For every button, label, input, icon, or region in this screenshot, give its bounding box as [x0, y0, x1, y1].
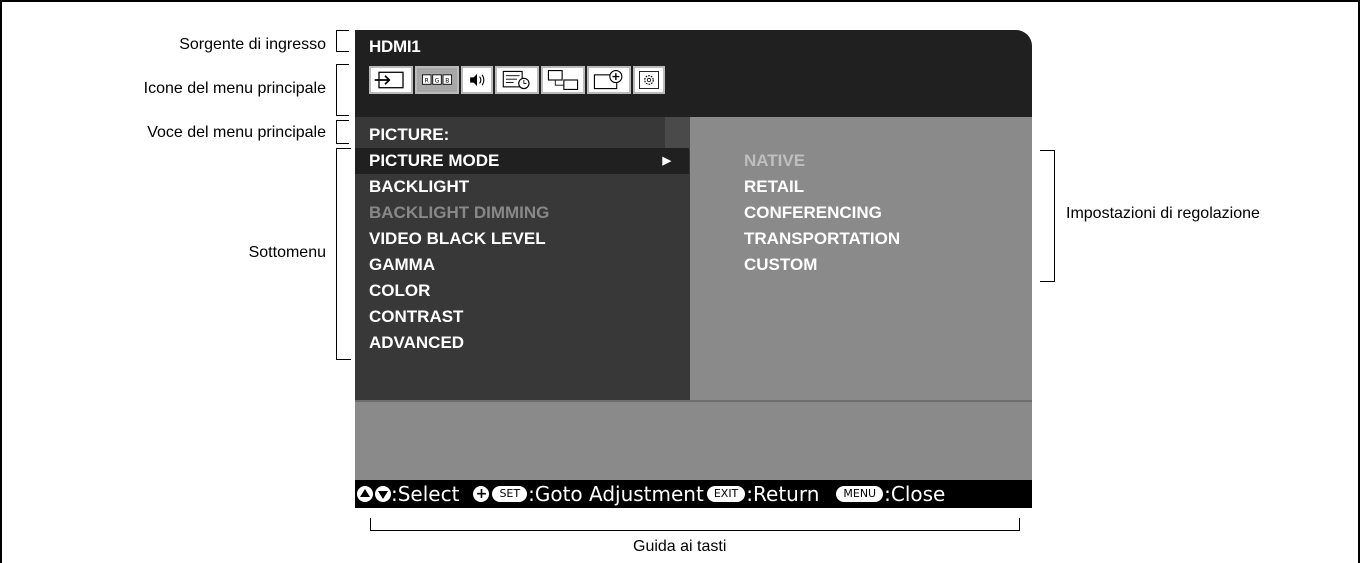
- audio-icon[interactable]: [461, 66, 493, 94]
- bracket-adjustment-settings: [1040, 150, 1055, 282]
- adjustment-option-conferencing[interactable]: CONFERENCING: [744, 200, 882, 226]
- set-key-icon: SET: [492, 486, 528, 502]
- submenu-item-color[interactable]: COLOR: [369, 278, 669, 304]
- down-arrow-icon: [375, 486, 391, 502]
- key-guide-select: :Select: [355, 480, 459, 508]
- submenu-item-advanced[interactable]: ADVANCED: [369, 330, 669, 356]
- protect-icon[interactable]: [587, 66, 631, 94]
- header-tab-decoration: [665, 117, 690, 150]
- picture-rgb-icon[interactable]: RGB: [415, 66, 459, 94]
- submenu-item-picture-mode[interactable]: PICTURE MODE ▶: [355, 148, 689, 174]
- bracket-input-source: [336, 30, 349, 52]
- up-arrow-icon: [357, 486, 373, 502]
- key-guide-bar: :Select + SET :Goto Adjustment EXIT :Ret…: [355, 480, 1032, 508]
- adjustment-option-native: NATIVE: [744, 151, 806, 170]
- system-icon[interactable]: [633, 66, 665, 94]
- frame-top-border: [0, 0, 1360, 2]
- main-menu-item-header: PICTURE:: [355, 117, 665, 150]
- callout-input-source: Sorgente di ingresso: [179, 36, 326, 53]
- frame-left-border: [0, 0, 2, 563]
- adjustment-option-retail[interactable]: RETAIL: [744, 174, 804, 200]
- key-guide-goto: + SET :Goto Adjustment: [459, 480, 704, 508]
- osd-menu: HDMI1 RGB PICTURE: PICTURE MODE ▶ BACKLI…: [355, 30, 1032, 508]
- adjustment-option-transportation[interactable]: TRANSPORTATION: [744, 226, 900, 252]
- multi-input-icon[interactable]: [541, 66, 585, 94]
- submenu-item-gamma[interactable]: GAMMA: [369, 252, 669, 278]
- plus-icon: +: [473, 486, 490, 502]
- submenu-panel: PICTURE: PICTURE MODE ▶ BACKLIGHT BACKLI…: [355, 117, 690, 400]
- key-guide-close: MENU :Close: [833, 480, 945, 508]
- info-area: [355, 400, 1032, 482]
- callout-main-menu-icons: Icone del menu principale: [143, 80, 326, 97]
- callout-main-menu-item: Voce del menu principale: [147, 124, 326, 141]
- input-icon[interactable]: [369, 66, 413, 94]
- select-label: :Select: [391, 482, 460, 506]
- key-guide-return: EXIT :Return: [704, 480, 820, 508]
- bracket-main-menu-icons: [336, 64, 349, 116]
- submenu-item-backlight[interactable]: BACKLIGHT: [369, 174, 669, 200]
- submenu-item-label: PICTURE MODE: [369, 151, 500, 170]
- svg-text:R: R: [425, 78, 429, 85]
- callout-adjustment-settings: Impostazioni di regolazione: [1066, 205, 1260, 222]
- exit-key-icon: EXIT: [706, 486, 746, 502]
- goto-label: :Goto Adjustment: [528, 482, 704, 506]
- adjustment-option-custom[interactable]: CUSTOM: [744, 252, 817, 278]
- svg-text:B: B: [445, 78, 449, 85]
- submenu-item-backlight-dimming: BACKLIGHT DIMMING: [369, 203, 550, 222]
- menu-key-icon: MENU: [836, 486, 884, 502]
- return-label: :Return: [746, 482, 820, 506]
- bracket-key-guide: [370, 518, 1020, 531]
- adjustment-panel: NATIVE RETAIL CONFERENCING TRANSPORTATIO…: [690, 117, 1032, 400]
- close-label: :Close: [884, 482, 946, 506]
- callout-submenu: Sottomenu: [248, 244, 326, 261]
- bracket-main-menu-item: [336, 120, 349, 144]
- main-menu-icon-bar: RGB: [369, 66, 665, 98]
- bracket-submenu: [336, 148, 351, 360]
- callout-key-guide: Guida ai tasti: [633, 538, 727, 555]
- schedule-icon[interactable]: [495, 66, 539, 94]
- submenu-item-contrast[interactable]: CONTRAST: [369, 304, 669, 330]
- submenu-arrow-icon: ▶: [662, 155, 671, 167]
- submenu-item-video-black-level[interactable]: VIDEO BLACK LEVEL: [369, 226, 669, 252]
- main-menu-item-title: PICTURE:: [369, 125, 450, 144]
- svg-text:G: G: [435, 78, 440, 85]
- input-source-label: HDMI1: [369, 37, 421, 56]
